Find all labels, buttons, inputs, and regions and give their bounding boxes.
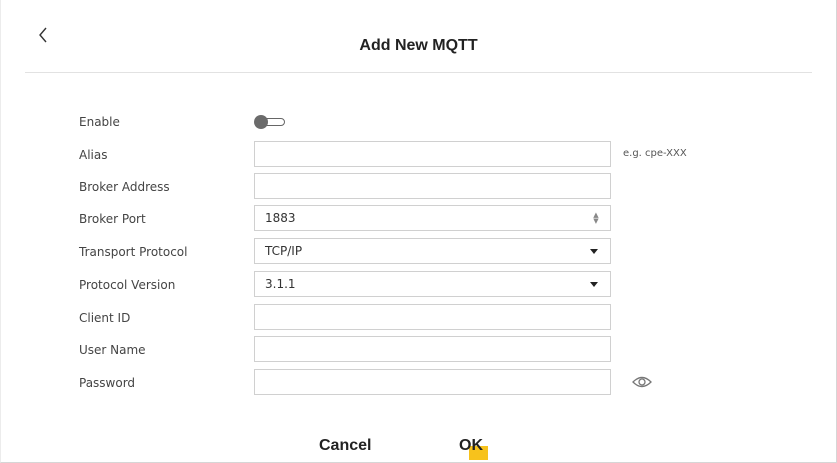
broker-address-row: Broker Address <box>1 173 836 201</box>
ok-label: OK <box>459 437 483 454</box>
user-name-row: User Name <box>1 336 836 364</box>
add-mqtt-dialog: Add New MQTT Enable Alias e.g. cpe-XXX B… <box>0 0 837 463</box>
dropdown-caret-icon <box>590 249 598 254</box>
user-name-input[interactable] <box>254 336 611 362</box>
client-id-label: Client ID <box>79 311 131 325</box>
toggle-knob <box>254 115 268 129</box>
eye-icon <box>632 376 652 388</box>
transport-protocol-label: Transport Protocol <box>79 245 188 259</box>
cancel-button[interactable]: Cancel <box>319 436 371 456</box>
broker-port-label: Broker Port <box>79 212 146 226</box>
broker-port-value: 1883 <box>265 211 296 225</box>
transport-protocol-select[interactable]: TCP/IP <box>254 238 611 264</box>
protocol-version-label: Protocol Version <box>79 278 176 292</box>
alias-hint: e.g. cpe-XXX <box>623 148 687 159</box>
broker-address-input[interactable] <box>254 173 611 199</box>
alias-row: Alias e.g. cpe-XXX <box>1 141 836 169</box>
alias-input[interactable] <box>254 141 611 167</box>
password-row: Password <box>1 369 836 397</box>
protocol-version-row: Protocol Version 3.1.1 <box>1 271 836 299</box>
port-stepper-icon[interactable]: ▲ ▼ <box>592 212 600 225</box>
ok-button[interactable]: OK <box>459 436 483 456</box>
client-id-input[interactable] <box>254 304 611 330</box>
password-label: Password <box>79 376 136 390</box>
enable-label: Enable <box>79 115 120 129</box>
dialog-actions: Cancel OK <box>1 436 836 458</box>
user-name-label: User Name <box>79 343 146 357</box>
dropdown-caret-icon <box>590 282 598 287</box>
client-id-row: Client ID <box>1 304 836 332</box>
protocol-version-value: 3.1.1 <box>265 277 296 291</box>
broker-port-row: Broker Port 1883 ▲ ▼ <box>1 205 836 233</box>
transport-protocol-value: TCP/IP <box>265 244 303 258</box>
broker-port-input[interactable]: 1883 ▲ ▼ <box>254 205 611 231</box>
protocol-version-select[interactable]: 3.1.1 <box>254 271 611 297</box>
transport-protocol-row: Transport Protocol TCP/IP <box>1 238 836 266</box>
header-divider <box>25 72 812 73</box>
password-input[interactable] <box>254 369 611 395</box>
enable-toggle[interactable] <box>254 115 286 129</box>
show-password-button[interactable] <box>631 373 653 391</box>
page-title: Add New MQTT <box>359 37 478 54</box>
enable-row: Enable <box>1 108 836 136</box>
alias-label: Alias <box>79 148 108 162</box>
broker-address-label: Broker Address <box>79 180 170 194</box>
